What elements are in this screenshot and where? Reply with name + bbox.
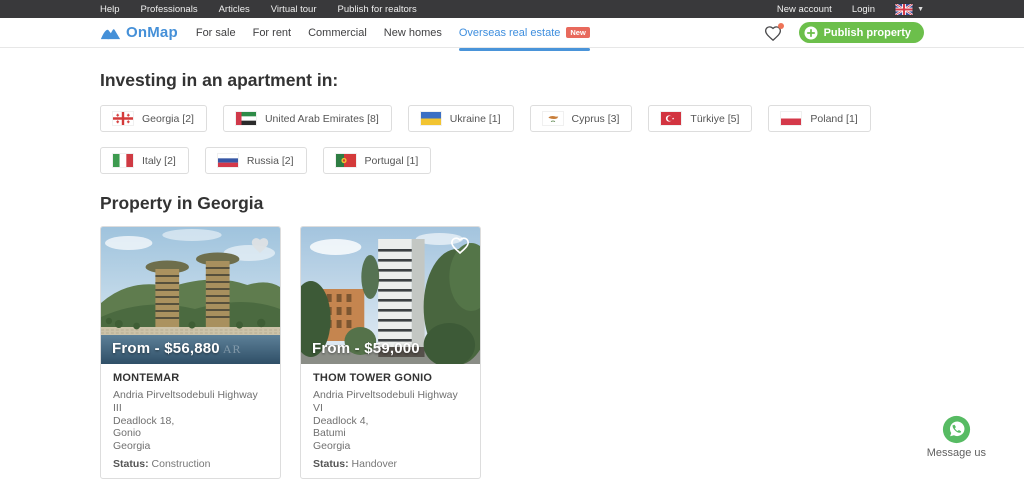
language-selector[interactable]: ▼ [895, 3, 924, 15]
photo-watermark: AR [222, 342, 242, 356]
topbar-link-virtual-tour[interactable]: Virtual tour [271, 4, 317, 15]
address-line: Batumi [313, 427, 346, 440]
price-from: From - $56,880 [112, 340, 220, 357]
nav-tab-for-rent[interactable]: For rent [253, 18, 292, 48]
cyprus-flag-icon [542, 112, 563, 125]
nav-tab-overseas-real-estate[interactable]: Overseas real estate New [458, 18, 590, 51]
poland-flag-icon [781, 112, 802, 125]
topbar-link-login[interactable]: Login [852, 4, 875, 15]
main-navbar: OnMap For sale For rent Commercial New h… [0, 18, 1024, 51]
property-name: MONTEMAR [113, 372, 180, 384]
status-value: Construction [151, 457, 211, 470]
country-chip-label: Poland [1] [810, 112, 858, 125]
heart-outline-icon[interactable] [449, 235, 471, 255]
country-chip-cyprus[interactable]: Cyprus [3] [529, 105, 633, 132]
chat-label: Message us [926, 447, 986, 459]
country-chip-label: Russia [2] [246, 154, 294, 167]
language-caret-icon: ▼ [917, 5, 924, 13]
new-badge: New [566, 26, 590, 39]
property-card-montemar[interactable]: From - $56,880 AR MONTEMAR Andria Pirvel… [100, 226, 281, 479]
whatsapp-chat-button[interactable]: Message us [927, 415, 986, 459]
publish-property-button[interactable]: Publish property [798, 22, 924, 43]
property-card-list: From - $56,880 AR MONTEMAR Andria Pirvel… [100, 226, 924, 479]
brand-name: OnMap [126, 24, 178, 41]
country-chip-uae[interactable]: United Arab Emirates [8] [222, 105, 392, 132]
property-heading: Property in Georgia [100, 193, 264, 213]
country-chip-portugal[interactable]: Portugal [1] [322, 147, 432, 174]
nav-tab-new-homes[interactable]: New homes [384, 18, 442, 48]
portugal-flag-icon [335, 154, 356, 167]
country-chip-georgia[interactable]: Georgia [2] [100, 105, 207, 132]
topbar-link-help[interactable]: Help [100, 4, 120, 15]
uk-flag-icon [895, 3, 914, 15]
address-line: Deadlock 18, [113, 414, 175, 427]
country-filter-list: Georgia [2] United Arab Emirates [8] Ukr… [100, 105, 924, 174]
invest-heading: Investing in an apartment in: [100, 70, 339, 90]
georgia-flag-icon [113, 112, 133, 125]
topbar-link-articles[interactable]: Articles [219, 4, 250, 15]
address-line: Georgia [113, 440, 151, 453]
country-chip-label: Georgia [2] [142, 112, 194, 125]
address-line: Gonio [113, 427, 142, 440]
country-chip-turkiye[interactable]: Türkiye [5] [648, 105, 753, 132]
address-line: Andria Pirveltsodebuli Highway III [113, 389, 258, 414]
whatsapp-icon [942, 415, 970, 444]
property-card-thom-tower-gonio[interactable]: From - $59,000 THOM TOWER GONIO Andria P… [300, 226, 481, 479]
country-chip-russia[interactable]: Russia [2] [204, 147, 307, 174]
country-chip-ukraine[interactable]: Ukraine [1] [407, 105, 514, 132]
country-chip-label: Ukraine [1] [449, 112, 501, 125]
favorites-button[interactable] [763, 22, 784, 42]
publish-property-label: Publish property [823, 26, 911, 39]
status-label: Status: [113, 457, 149, 470]
country-chip-label: Portugal [1] [364, 154, 419, 167]
country-chip-label: United Arab Emirates [8] [264, 112, 379, 125]
price-from: From - $59,000 [312, 340, 420, 357]
country-chip-label: Cyprus [3] [571, 112, 620, 125]
nav-tab-for-sale[interactable]: For sale [196, 18, 236, 48]
address-line: Georgia [313, 440, 351, 453]
property-name: THOM TOWER GONIO [313, 372, 433, 384]
russia-flag-icon [217, 154, 238, 167]
uae-flag-icon [235, 112, 256, 125]
address-line: Andria Pirveltsodebuli Highway VI [313, 389, 458, 414]
country-chip-italy[interactable]: Italy [2] [100, 147, 189, 174]
country-chip-label: Italy [2] [142, 154, 176, 167]
italy-flag-icon [113, 154, 133, 167]
top-utility-bar: Help Professionals Articles Virtual tour… [0, 0, 1024, 18]
turkiye-flag-icon [661, 112, 682, 125]
country-chip-poland[interactable]: Poland [1] [768, 105, 871, 132]
onmap-logo-icon [100, 28, 121, 39]
property-photo: From - $59,000 [301, 227, 480, 364]
topbar-link-publish-for-realtors[interactable]: Publish for realtors [338, 4, 417, 15]
nav-tab-label: Overseas real estate [458, 26, 561, 39]
topbar-link-professionals[interactable]: Professionals [141, 4, 198, 15]
topbar-link-new-account[interactable]: New account [777, 4, 832, 15]
onmap-logo[interactable]: OnMap [100, 24, 178, 41]
country-chip-label: Türkiye [5] [690, 112, 740, 125]
nav-tab-commercial[interactable]: Commercial [308, 18, 367, 48]
heart-filled-icon[interactable] [249, 235, 271, 255]
plus-circle-icon [804, 26, 818, 39]
property-photo: From - $56,880 AR [101, 227, 280, 364]
address-line: Deadlock 4, [313, 414, 369, 427]
ukraine-flag-icon [420, 112, 441, 125]
favorites-badge-dot [777, 22, 784, 29]
status-label: Status: [313, 457, 349, 470]
status-value: Handover [351, 457, 398, 470]
